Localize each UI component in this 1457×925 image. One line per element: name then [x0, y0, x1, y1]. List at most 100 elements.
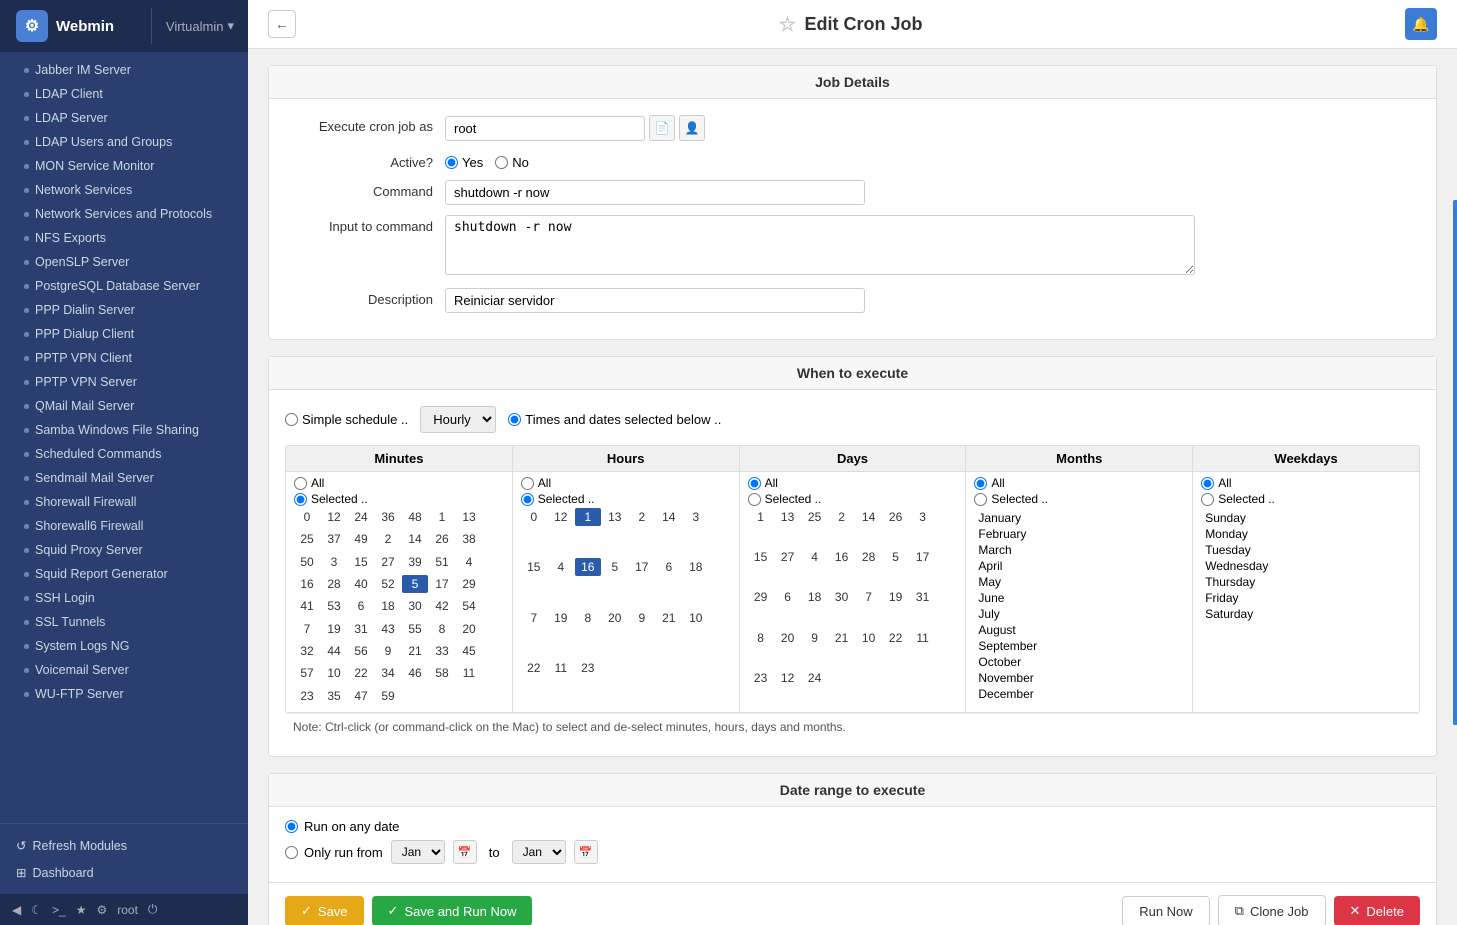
day-7[interactable]: 7 — [856, 588, 882, 606]
hour-5[interactable]: 5 — [602, 558, 628, 576]
minute-1[interactable]: 1 — [429, 508, 455, 526]
minute-34[interactable]: 34 — [375, 664, 401, 682]
no-radio[interactable] — [495, 156, 508, 169]
sidebar-item-openslp[interactable]: OpenSLP Server — [0, 250, 248, 274]
sidebar-item-network-services[interactable]: Network Services — [0, 178, 248, 202]
minute-48[interactable]: 48 — [402, 508, 428, 526]
hour-9[interactable]: 9 — [629, 609, 655, 627]
minute-2[interactable]: 2 — [375, 530, 401, 548]
minute-16[interactable]: 16 — [294, 575, 320, 593]
day-11[interactable]: 11 — [910, 629, 936, 647]
run-now-button[interactable]: Run Now — [1122, 896, 1209, 925]
sidebar-item-shorewall[interactable]: Shorewall Firewall — [0, 490, 248, 514]
sidebar-item-ldap-client[interactable]: LDAP Client — [0, 82, 248, 106]
month-february[interactable]: February — [974, 526, 1184, 542]
minute-53[interactable]: 53 — [321, 597, 347, 615]
day-24[interactable]: 24 — [802, 669, 828, 687]
minute-39[interactable]: 39 — [402, 553, 428, 571]
day-15[interactable]: 15 — [748, 548, 774, 566]
only-run-label[interactable]: Only run from — [285, 845, 383, 860]
month-july[interactable]: July — [974, 606, 1184, 622]
footer-user[interactable]: root — [117, 903, 138, 917]
user-icon-btn[interactable]: 👤 — [679, 115, 705, 141]
to-calendar-btn[interactable]: 📅 — [574, 840, 598, 864]
minute-20[interactable]: 20 — [456, 620, 482, 638]
minute-10[interactable]: 10 — [321, 664, 347, 682]
sidebar-item-mon[interactable]: MON Service Monitor — [0, 154, 248, 178]
weekday-friday[interactable]: Friday — [1201, 590, 1411, 606]
month-november[interactable]: November — [974, 670, 1184, 686]
sidebar-item-pptp-client[interactable]: PPTP VPN Client — [0, 346, 248, 370]
month-may[interactable]: May — [974, 574, 1184, 590]
minute-37[interactable]: 37 — [321, 530, 347, 548]
month-october[interactable]: October — [974, 654, 1184, 670]
footer-collapse[interactable]: ◀ — [12, 903, 21, 917]
save-run-button[interactable]: ✓ Save and Run Now — [372, 896, 533, 925]
save-button[interactable]: ✓ Save — [285, 896, 364, 925]
sidebar-item-ldap-users[interactable]: LDAP Users and Groups — [0, 130, 248, 154]
hour-19[interactable]: 19 — [548, 609, 574, 627]
day-22[interactable]: 22 — [883, 629, 909, 647]
only-run-radio[interactable] — [285, 846, 298, 859]
sidebar-item-syslog[interactable]: System Logs NG — [0, 634, 248, 658]
from-month-select[interactable]: Jan — [391, 840, 445, 864]
hour-2[interactable]: 2 — [629, 508, 655, 526]
hour-10[interactable]: 10 — [683, 609, 709, 627]
minute-55[interactable]: 55 — [402, 620, 428, 638]
minute-28[interactable]: 28 — [321, 575, 347, 593]
simple-schedule-radio[interactable] — [285, 413, 298, 426]
day-6[interactable]: 6 — [775, 588, 801, 606]
webmin-brand[interactable]: ⚙ Webmin — [0, 0, 151, 52]
day-13[interactable]: 13 — [775, 508, 801, 526]
frequency-select[interactable]: Hourly — [420, 406, 496, 433]
times-dates-radio[interactable] — [508, 413, 521, 426]
sidebar-item-squid-report[interactable]: Squid Report Generator — [0, 562, 248, 586]
minute-23[interactable]: 23 — [294, 687, 320, 705]
minute-57[interactable]: 57 — [294, 664, 320, 682]
weekdays-selected-radio[interactable] — [1201, 493, 1214, 506]
hour-4[interactable]: 4 — [548, 558, 574, 576]
hour-14[interactable]: 14 — [656, 508, 682, 526]
hour-18[interactable]: 18 — [683, 558, 709, 576]
minute-8[interactable]: 8 — [429, 620, 455, 638]
minute-3[interactable]: 3 — [321, 553, 347, 571]
sidebar-item-pptp-server[interactable]: PPTP VPN Server — [0, 370, 248, 394]
days-selected-radio[interactable] — [748, 493, 761, 506]
day-20[interactable]: 20 — [775, 629, 801, 647]
minute-32[interactable]: 32 — [294, 642, 320, 660]
hour-11[interactable]: 11 — [548, 659, 574, 677]
description-input[interactable] — [445, 288, 865, 313]
to-month-select[interactable]: Jan — [512, 840, 566, 864]
hours-selected-radio[interactable] — [521, 493, 534, 506]
yes-radio[interactable] — [445, 156, 458, 169]
month-august[interactable]: August — [974, 622, 1184, 638]
footer-power[interactable]: ⏻ — [148, 902, 158, 917]
day-2[interactable]: 2 — [829, 508, 855, 526]
sidebar-dashboard[interactable]: ⊞ Dashboard — [0, 859, 248, 886]
hour-21[interactable]: 21 — [656, 609, 682, 627]
minute-38[interactable]: 38 — [456, 530, 482, 548]
minute-17[interactable]: 17 — [429, 575, 455, 593]
no-radio-label[interactable]: No — [495, 155, 529, 170]
minute-19[interactable]: 19 — [321, 620, 347, 638]
day-4[interactable]: 4 — [802, 548, 828, 566]
footer-users[interactable]: ⚙ — [96, 903, 107, 917]
day-29[interactable]: 29 — [748, 588, 774, 606]
footer-terminal[interactable]: >_ — [52, 903, 66, 917]
day-1[interactable]: 1 — [748, 508, 774, 526]
hour-3[interactable]: 3 — [683, 508, 709, 526]
minute-4[interactable]: 4 — [456, 553, 482, 571]
sidebar-item-scheduled[interactable]: Scheduled Commands — [0, 442, 248, 466]
hour-1[interactable]: 1 — [575, 508, 601, 526]
minute-36[interactable]: 36 — [375, 508, 401, 526]
sidebar-item-ssl[interactable]: SSL Tunnels — [0, 610, 248, 634]
sidebar-item-ldap-server[interactable]: LDAP Server — [0, 106, 248, 130]
sidebar-item-wuftp[interactable]: WU-FTP Server — [0, 682, 248, 706]
sidebar-item-ssh[interactable]: SSH Login — [0, 586, 248, 610]
delete-button[interactable]: ✕ Delete — [1334, 896, 1420, 925]
minute-0[interactable]: 0 — [294, 508, 320, 526]
sidebar-refresh-modules[interactable]: ↺ Refresh Modules — [0, 832, 248, 859]
minute-13[interactable]: 13 — [456, 508, 482, 526]
months-selected-radio[interactable] — [974, 493, 987, 506]
month-december[interactable]: December — [974, 686, 1184, 702]
